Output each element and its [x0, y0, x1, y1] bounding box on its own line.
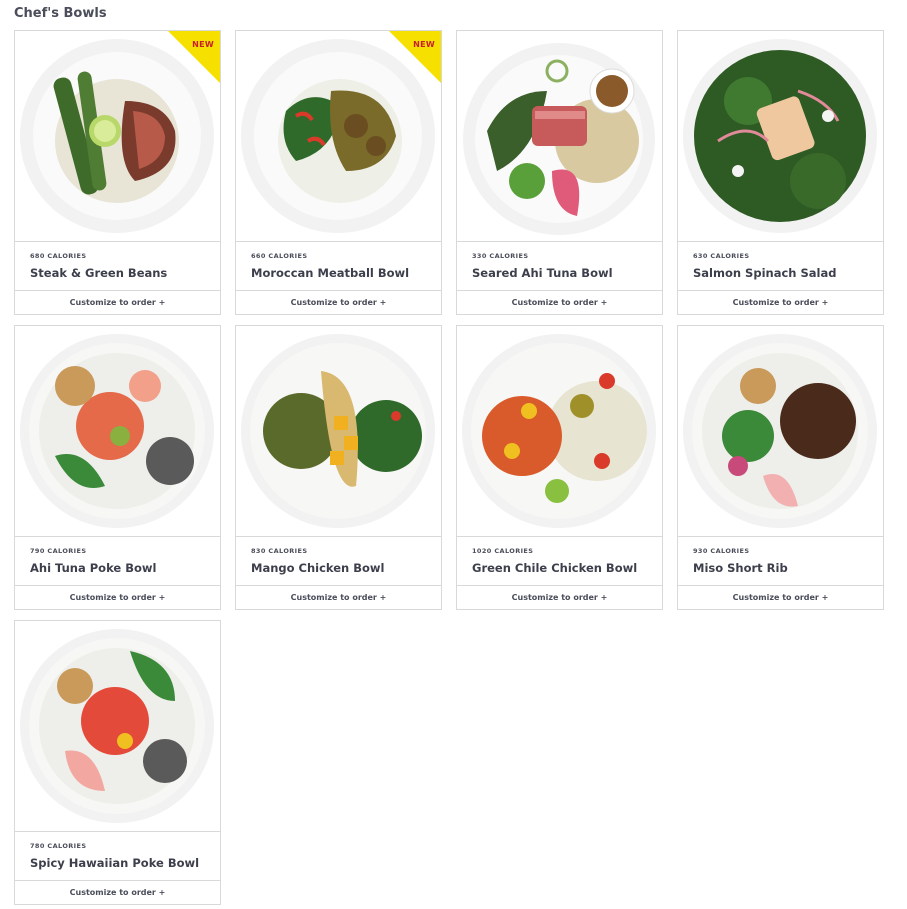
customize-button[interactable]: Customize to order + — [678, 586, 883, 609]
customize-button[interactable]: Customize to order + — [15, 881, 220, 904]
calories-label: 790 CALORIES — [30, 547, 87, 555]
calories-label: 930 CALORIES — [693, 547, 750, 555]
calories-label: 780 CALORIES — [30, 842, 87, 850]
salmon-salad-image[interactable] — [678, 31, 883, 242]
card-info: 630 CALORIES Salmon Spinach Salad — [678, 242, 883, 291]
hawaiian-poke-bowl-image[interactable] — [15, 621, 220, 832]
item-name[interactable]: Moroccan Meatball Bowl — [251, 266, 426, 280]
new-badge — [389, 31, 441, 83]
customize-button[interactable]: Customize to order + — [457, 586, 662, 609]
card-info: 930 CALORIES Miso Short Rib — [678, 537, 883, 586]
calories-label: 1020 CALORIES — [472, 547, 534, 555]
item-name[interactable]: Steak & Green Beans — [30, 266, 205, 280]
card-info: 660 CALORIES Moroccan Meatball Bowl — [236, 242, 441, 291]
menu-card[interactable]: 790 CALORIES Ahi Tuna Poke Bowl Customiz… — [14, 325, 221, 610]
menu-card[interactable]: 830 CALORIES Mango Chicken Bowl Customiz… — [235, 325, 442, 610]
card-info: 680 CALORIES Steak & Green Beans — [15, 242, 220, 291]
card-info: 330 CALORIES Seared Ahi Tuna Bowl — [457, 242, 662, 291]
new-badge-label: NEW — [192, 40, 214, 49]
menu-card[interactable]: 930 CALORIES Miso Short Rib Customize to… — [677, 325, 884, 610]
item-name[interactable]: Spicy Hawaiian Poke Bowl — [30, 856, 205, 870]
mango-chicken-bowl-image[interactable] — [236, 326, 441, 537]
item-name[interactable]: Ahi Tuna Poke Bowl — [30, 561, 205, 575]
menu-card[interactable]: NEW 660 CALORIES Moroccan Meatball Bowl … — [235, 30, 442, 315]
calories-label: 330 CALORIES — [472, 252, 529, 260]
menu-grid: NEW 680 CALORIES Steak & Green Beans Cus… — [14, 30, 884, 905]
customize-button[interactable]: Customize to order + — [236, 586, 441, 609]
steak-bowl-image[interactable]: NEW — [15, 31, 220, 242]
menu-card[interactable]: NEW 680 CALORIES Steak & Green Beans Cus… — [14, 30, 221, 315]
green-chile-bowl-image[interactable] — [457, 326, 662, 537]
item-name[interactable]: Green Chile Chicken Bowl — [472, 561, 647, 575]
item-name[interactable]: Salmon Spinach Salad — [693, 266, 868, 280]
new-badge-label: NEW — [413, 40, 435, 49]
ahi-tuna-bowl-image[interactable] — [457, 31, 662, 242]
customize-button[interactable]: Customize to order + — [15, 586, 220, 609]
menu-card[interactable]: 780 CALORIES Spicy Hawaiian Poke Bowl Cu… — [14, 620, 221, 905]
card-info: 780 CALORIES Spicy Hawaiian Poke Bowl — [15, 832, 220, 881]
card-info: 830 CALORIES Mango Chicken Bowl — [236, 537, 441, 586]
customize-button[interactable]: Customize to order + — [236, 291, 441, 314]
new-badge — [168, 31, 220, 83]
card-info: 790 CALORIES Ahi Tuna Poke Bowl — [15, 537, 220, 586]
item-name[interactable]: Miso Short Rib — [693, 561, 868, 575]
calories-label: 630 CALORIES — [693, 252, 750, 260]
menu-card[interactable]: 330 CALORIES Seared Ahi Tuna Bowl Custom… — [456, 30, 663, 315]
menu-card[interactable]: 1020 CALORIES Green Chile Chicken Bowl C… — [456, 325, 663, 610]
meatball-bowl-image[interactable]: NEW — [236, 31, 441, 242]
calories-label: 830 CALORIES — [251, 547, 308, 555]
calories-label: 660 CALORIES — [251, 252, 308, 260]
poke-bowl-image[interactable] — [15, 326, 220, 537]
card-info: 1020 CALORIES Green Chile Chicken Bowl — [457, 537, 662, 586]
section-title: Chef's Bowls — [14, 6, 107, 21]
item-name[interactable]: Seared Ahi Tuna Bowl — [472, 266, 647, 280]
customize-button[interactable]: Customize to order + — [15, 291, 220, 314]
short-rib-bowl-image[interactable] — [678, 326, 883, 537]
item-name[interactable]: Mango Chicken Bowl — [251, 561, 426, 575]
menu-card[interactable]: 630 CALORIES Salmon Spinach Salad Custom… — [677, 30, 884, 315]
customize-button[interactable]: Customize to order + — [678, 291, 883, 314]
customize-button[interactable]: Customize to order + — [457, 291, 662, 314]
calories-label: 680 CALORIES — [30, 252, 87, 260]
